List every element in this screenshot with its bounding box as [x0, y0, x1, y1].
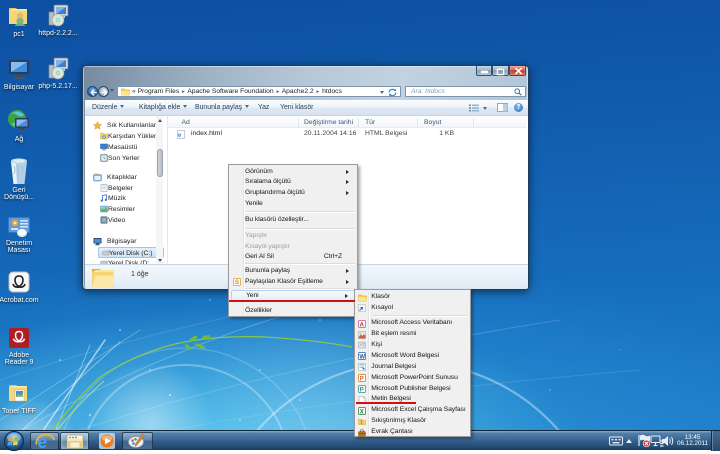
svg-text:e: e: [178, 131, 181, 139]
svg-text:W: W: [360, 355, 366, 361]
svg-text:P: P: [360, 387, 364, 393]
svg-text:P: P: [360, 376, 364, 382]
svg-text:S: S: [235, 280, 239, 286]
svg-text:X: X: [360, 409, 364, 415]
